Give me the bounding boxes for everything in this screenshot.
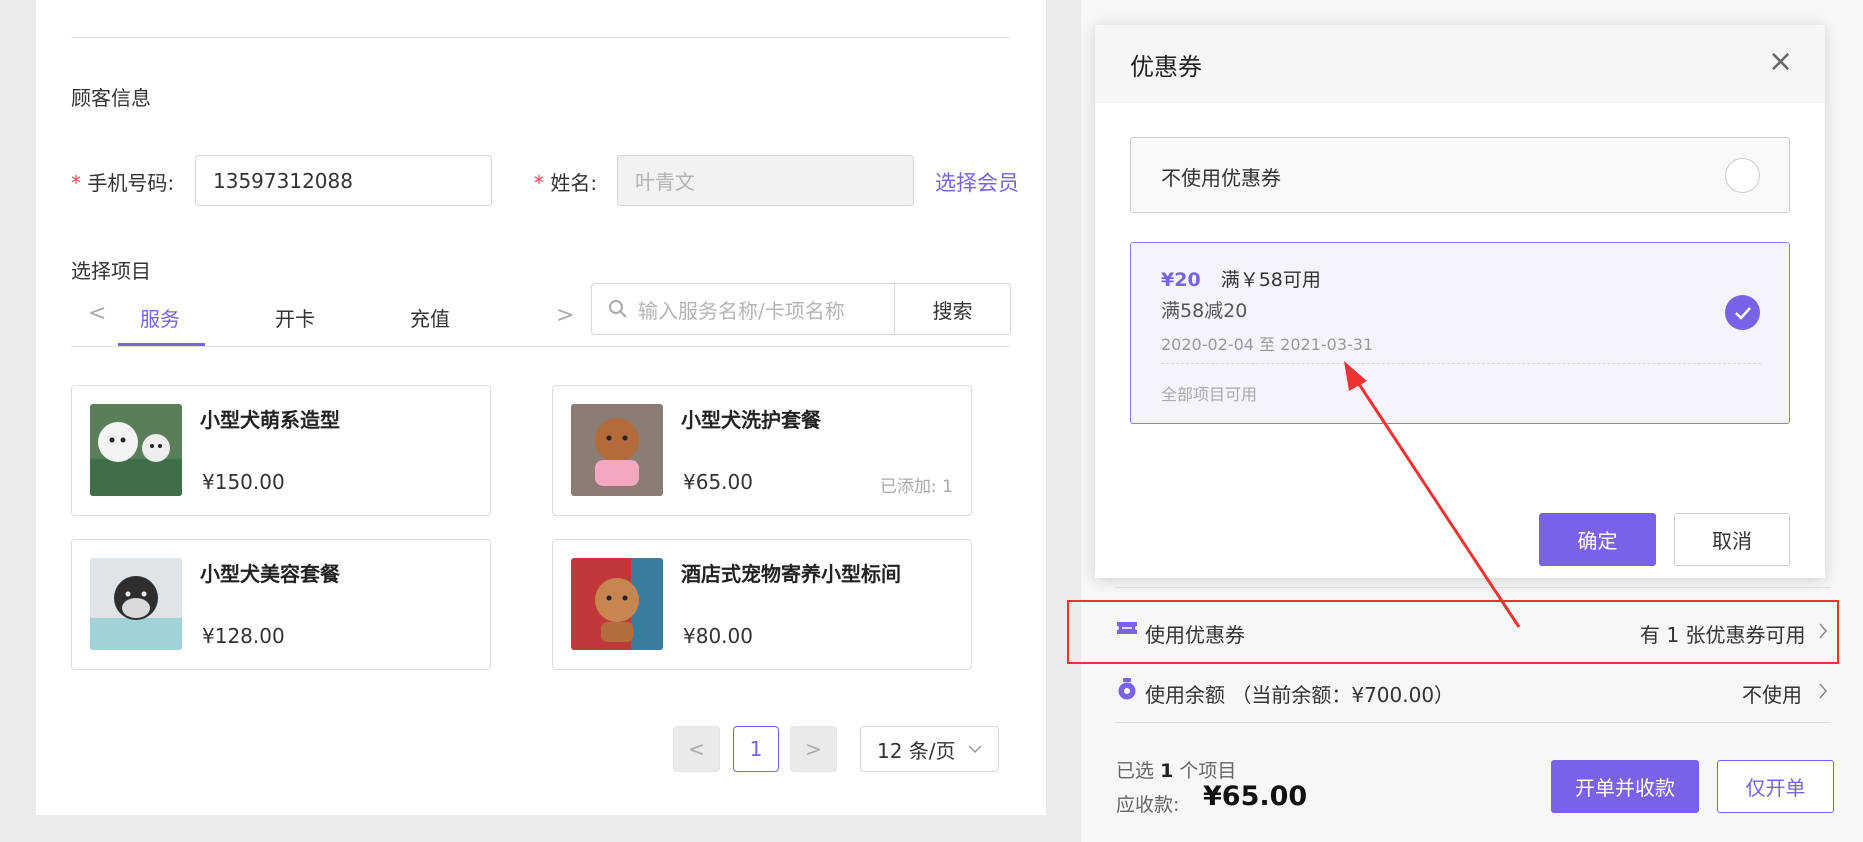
annotation-arrow (1344, 361, 1521, 628)
